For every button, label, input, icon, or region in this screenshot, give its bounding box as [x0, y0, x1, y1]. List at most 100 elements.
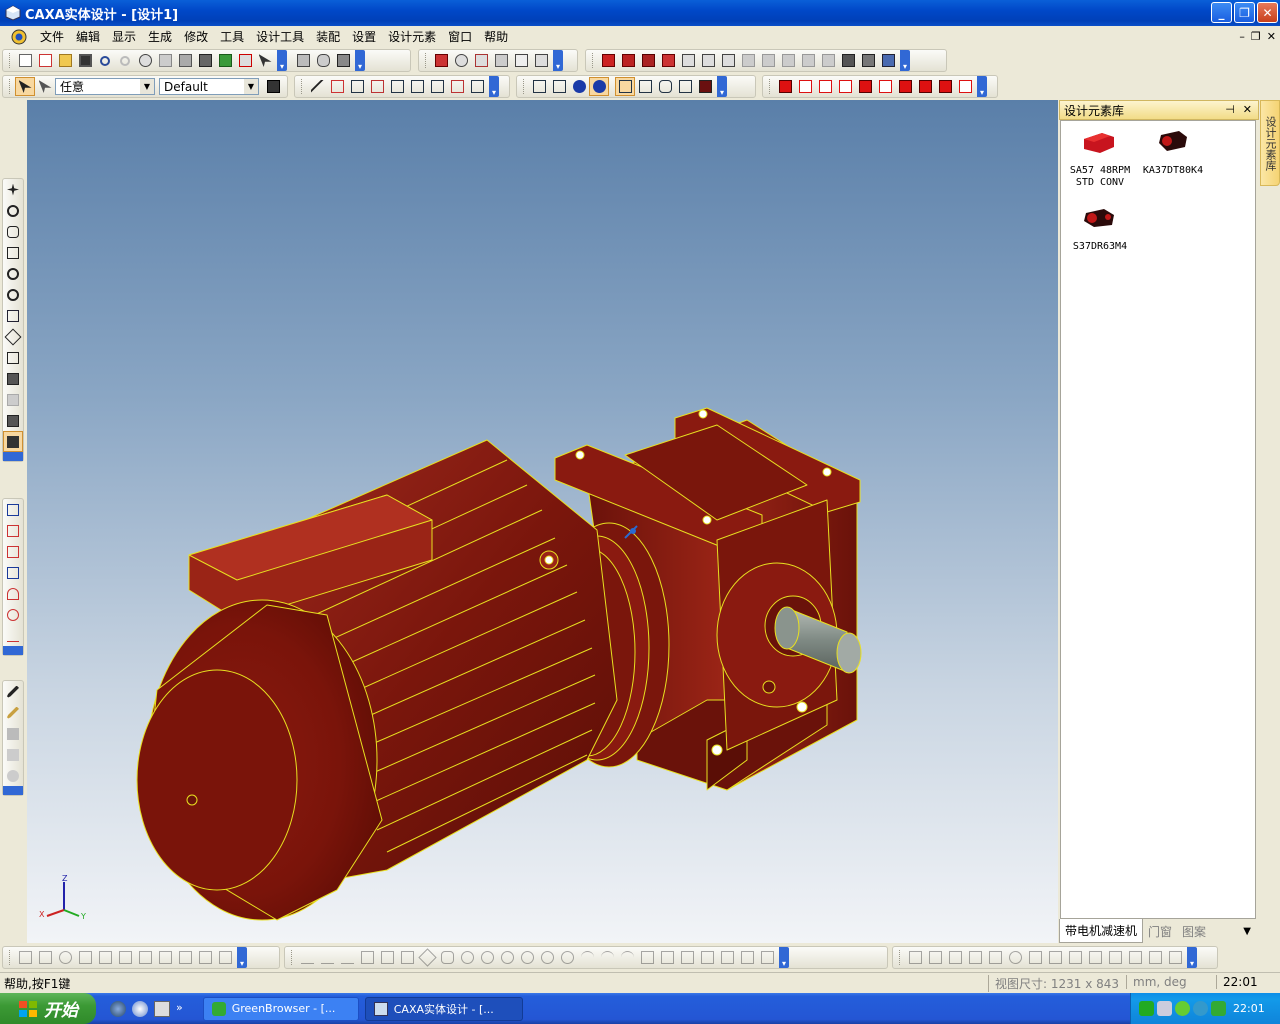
toolbar-overflow-icon[interactable]: ▾: [355, 50, 365, 71]
extend-icon[interactable]: [155, 948, 175, 967]
circle-select-icon[interactable]: [55, 948, 75, 967]
distance-icon[interactable]: [1145, 948, 1165, 967]
toolbar-overflow-icon[interactable]: ▾: [489, 76, 499, 97]
twist-icon[interactable]: [758, 51, 778, 70]
style-dropdown[interactable]: Default ▼: [159, 78, 259, 95]
circle-sketch-icon[interactable]: [3, 604, 23, 625]
front-view-icon[interactable]: [775, 77, 795, 96]
tray-app-icon[interactable]: [1139, 1001, 1154, 1016]
array-curve-icon[interactable]: [95, 948, 115, 967]
project-icon[interactable]: [717, 948, 737, 967]
extrude-icon[interactable]: [431, 51, 451, 70]
loft-icon[interactable]: [491, 51, 511, 70]
connect-icon[interactable]: [215, 51, 235, 70]
security-shield-icon[interactable]: [1211, 1001, 1226, 1016]
toolbar-overflow-icon[interactable]: ▾: [277, 50, 287, 71]
menu-window[interactable]: 窗口: [442, 27, 478, 47]
app-shortcut-icon[interactable]: [154, 1000, 170, 1017]
toolbar-overflow-icon[interactable]: ▾: [237, 947, 247, 968]
tangent-constraint-icon[interactable]: [985, 948, 1005, 967]
menu-modify[interactable]: 修改: [178, 27, 214, 47]
gearmotor-model[interactable]: [27, 100, 1058, 943]
network-icon[interactable]: [1157, 1001, 1172, 1016]
parallel-icon[interactable]: [945, 948, 965, 967]
cylinder-view-icon[interactable]: [655, 77, 675, 96]
panel-close-icon[interactable]: ✕: [1243, 103, 1252, 116]
intersect-curve-icon[interactable]: [407, 77, 427, 96]
trim-icon[interactable]: [175, 948, 195, 967]
document-icon[interactable]: [10, 28, 28, 46]
line-icon[interactable]: [297, 948, 317, 967]
curve-edit-icon[interactable]: [467, 77, 487, 96]
bottom-view-icon[interactable]: [875, 77, 895, 96]
menu-tools[interactable]: 工具: [214, 27, 250, 47]
shaded-view-icon[interactable]: [3, 431, 23, 452]
menu-generate[interactable]: 生成: [142, 27, 178, 47]
spline-2d-icon[interactable]: [637, 948, 657, 967]
quick-launch-more-icon[interactable]: »: [176, 1001, 183, 1017]
chevron-down-icon[interactable]: ▼: [244, 79, 258, 94]
pin-icon[interactable]: ⊣: [1225, 103, 1235, 116]
mirror-curve-icon[interactable]: [75, 948, 95, 967]
tangent-line-icon[interactable]: [357, 948, 377, 967]
offset-icon[interactable]: [657, 948, 677, 967]
iso-view-4-icon[interactable]: [955, 77, 975, 96]
undo-icon[interactable]: [95, 51, 115, 70]
chamfer-curve-icon[interactable]: [215, 948, 235, 967]
point-icon[interactable]: [347, 77, 367, 96]
assembly-tree-icon[interactable]: [263, 77, 283, 96]
boolean-subtract-icon[interactable]: [818, 51, 838, 70]
library-item[interactable]: KA37DT80K4: [1135, 129, 1211, 177]
sweep-icon[interactable]: [471, 51, 491, 70]
menu-display[interactable]: 显示: [106, 27, 142, 47]
arc-icon[interactable]: [577, 948, 597, 967]
break-curve-icon[interactable]: [447, 77, 467, 96]
pan-icon[interactable]: [3, 179, 23, 200]
polyline-icon[interactable]: [317, 948, 337, 967]
view-cube-icon[interactable]: [635, 77, 655, 96]
toolbar-overflow-icon[interactable]: [3, 452, 23, 461]
deform-icon[interactable]: [718, 51, 738, 70]
tray-media-icon[interactable]: [1193, 1001, 1208, 1016]
camera-save-icon[interactable]: [3, 410, 23, 431]
curve-icon[interactable]: [307, 77, 327, 96]
circle-tangent-icon[interactable]: [517, 948, 537, 967]
3d-viewport[interactable]: Z X Y: [27, 100, 1058, 943]
text-icon[interactable]: [511, 51, 531, 70]
side-tab-design-library[interactable]: 设计元素库: [1260, 100, 1280, 186]
dimension-icon[interactable]: [3, 625, 23, 646]
new-icon[interactable]: [15, 51, 35, 70]
trim-curve-icon[interactable]: [427, 77, 447, 96]
display-box-icon[interactable]: [675, 77, 695, 96]
curve-tool-icon[interactable]: [313, 51, 333, 70]
menu-help[interactable]: 帮助: [478, 27, 514, 47]
menu-assembly[interactable]: 装配: [310, 27, 346, 47]
arc-3pt-icon[interactable]: [597, 948, 617, 967]
menu-edit[interactable]: 编辑: [70, 27, 106, 47]
taskbar-item-greenbrowser[interactable]: GreenBrowser - [...: [202, 996, 359, 1021]
surface-tool-icon[interactable]: [293, 51, 313, 70]
arc-tangent-icon[interactable]: [617, 948, 637, 967]
delete-icon[interactable]: [135, 948, 155, 967]
bend-icon[interactable]: [738, 51, 758, 70]
top-view-icon[interactable]: [855, 77, 875, 96]
rotate-part-icon[interactable]: [135, 51, 155, 70]
mdi-close-button[interactable]: ✕: [1267, 30, 1276, 43]
left-view-icon[interactable]: [815, 77, 835, 96]
chevron-down-icon[interactable]: ▼: [140, 79, 154, 94]
zoom-icon[interactable]: [3, 263, 23, 284]
camera-move-icon[interactable]: [3, 347, 23, 368]
toolbar-overflow-icon[interactable]: ▾: [977, 76, 987, 97]
redo-icon[interactable]: [115, 51, 135, 70]
camera-disabled-icon[interactable]: [3, 389, 23, 410]
shell-icon[interactable]: [638, 51, 658, 70]
iso-view-3-icon[interactable]: [935, 77, 955, 96]
circle-2pt-icon[interactable]: [477, 948, 497, 967]
coincident-icon[interactable]: [925, 948, 945, 967]
select-filter-icon[interactable]: [35, 77, 55, 96]
polygon-sketch-icon[interactable]: [3, 541, 23, 562]
copy-part-icon[interactable]: [155, 51, 175, 70]
perpendicular-constraint-icon[interactable]: [965, 948, 985, 967]
project-curve-icon[interactable]: [387, 77, 407, 96]
spline-icon[interactable]: [327, 77, 347, 96]
